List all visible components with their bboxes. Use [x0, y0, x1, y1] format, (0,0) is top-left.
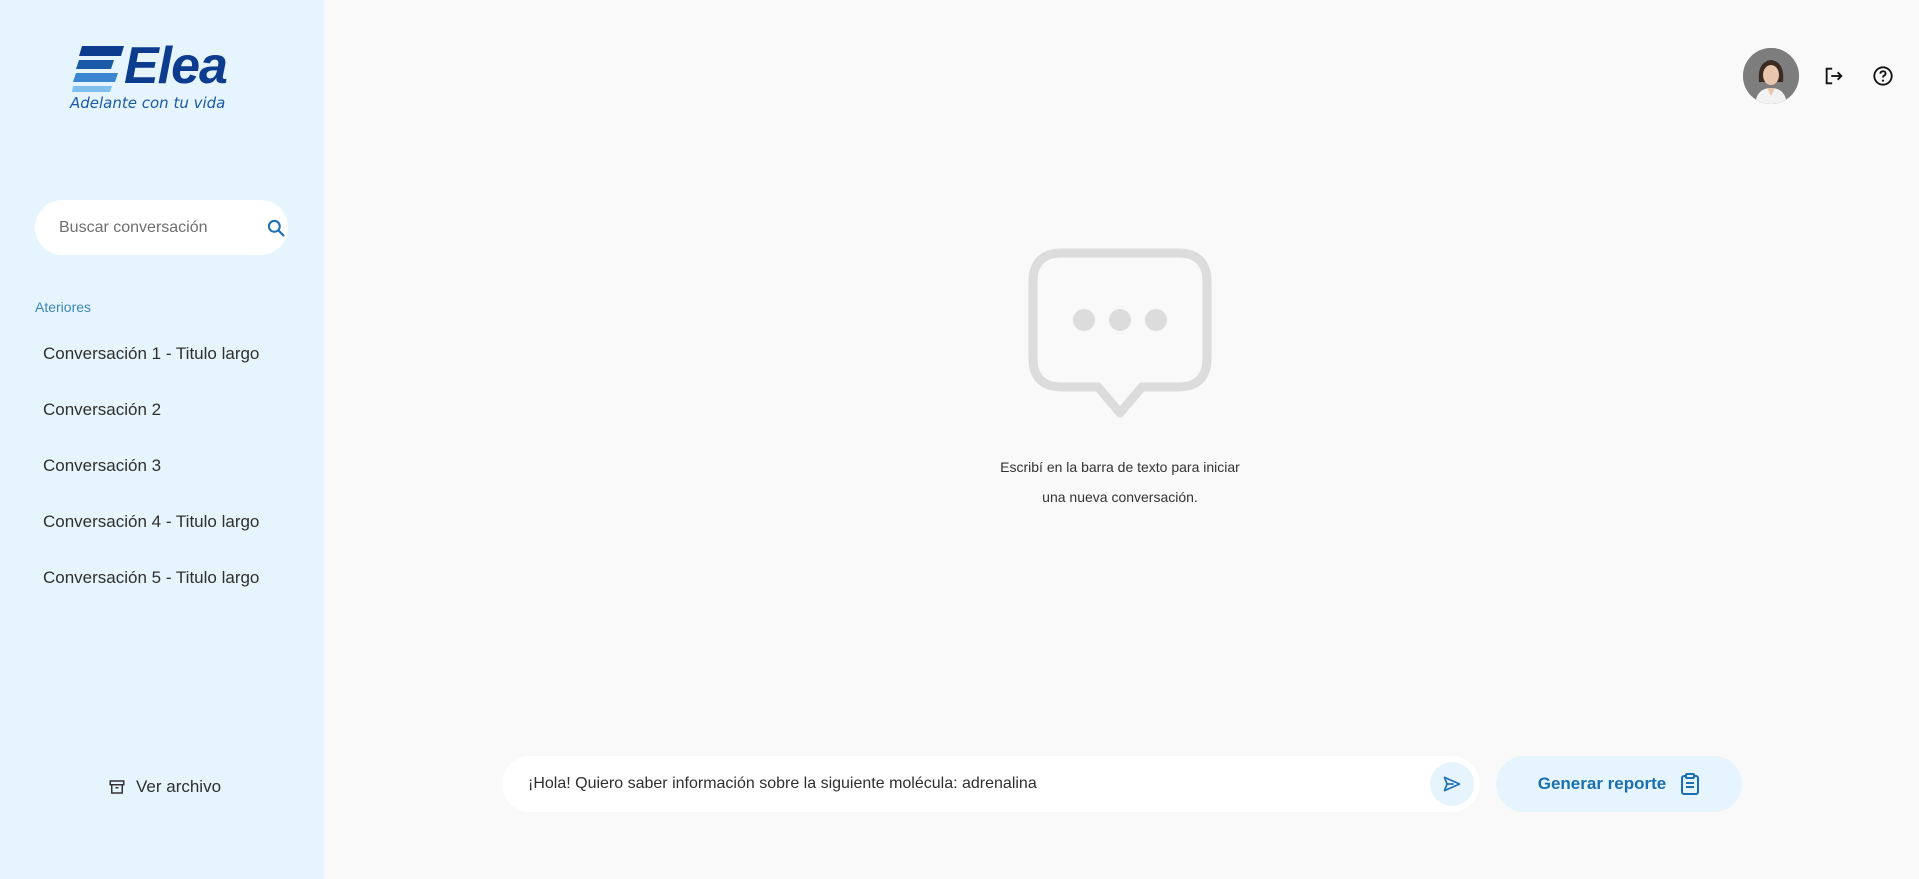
- empty-state-message: Escribí en la barra de texto para inicia…: [960, 452, 1280, 512]
- search-icon[interactable]: [266, 218, 286, 238]
- user-avatar-icon: [1743, 48, 1799, 104]
- message-composer: [502, 756, 1480, 812]
- avatar[interactable]: [1743, 48, 1799, 104]
- view-archive-button[interactable]: Ver archivo: [108, 777, 221, 797]
- conversation-item[interactable]: Conversación 4 - Titulo largo: [35, 504, 295, 560]
- empty-state: [960, 248, 1280, 425]
- search-input[interactable]: [59, 218, 266, 237]
- archive-label: Ver archivo: [136, 777, 222, 796]
- empty-state-line: Escribí en la barra de texto para inicia…: [1000, 459, 1240, 475]
- logo-wordmark: Elea: [124, 37, 228, 95]
- chat-bubble-dots-icon: [1028, 248, 1212, 418]
- send-icon: [1443, 776, 1461, 792]
- conversation-item[interactable]: Conversación 3: [35, 448, 295, 504]
- conversation-item[interactable]: Conversación 5 - Titulo largo: [35, 560, 295, 616]
- sidebar: Elea Adelante con tu vida Ateriores Conv…: [0, 0, 324, 879]
- send-button[interactable]: [1430, 762, 1474, 806]
- generate-report-label: Generar reporte: [1537, 774, 1667, 793]
- logo-mark-icon: [72, 46, 124, 92]
- clipboard-icon: [1681, 773, 1700, 795]
- conversation-list: Conversación 1 - Titulo largo Conversaci…: [35, 336, 295, 616]
- logout-icon[interactable]: [1822, 64, 1846, 88]
- archive-icon: [109, 780, 125, 794]
- generate-report-button[interactable]: Generar reporte: [1496, 756, 1742, 812]
- empty-state-line: una nueva conversación.: [1042, 489, 1198, 505]
- section-label-previous: Ateriores: [35, 299, 92, 315]
- search-box: [35, 200, 288, 255]
- help-icon[interactable]: [1871, 64, 1895, 88]
- brand-logo[interactable]: Elea Adelante con tu vida: [68, 38, 248, 118]
- conversation-item[interactable]: Conversación 1 - Titulo largo: [35, 336, 295, 392]
- conversation-item[interactable]: Conversación 2: [35, 392, 295, 448]
- logo-tagline: Adelante con tu vida: [70, 94, 226, 112]
- message-input[interactable]: [528, 775, 1430, 793]
